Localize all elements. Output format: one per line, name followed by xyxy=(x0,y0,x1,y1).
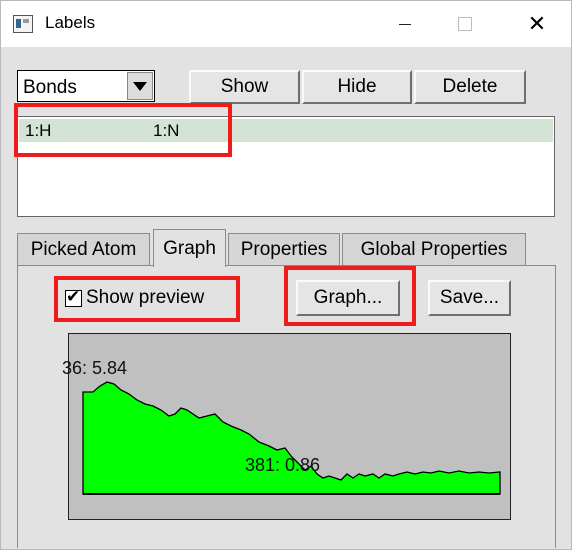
minimize-button[interactable] xyxy=(377,1,433,47)
graph-preview-plot xyxy=(82,381,501,495)
hide-button[interactable]: Hide xyxy=(302,70,412,104)
save-button[interactable]: Save... xyxy=(428,280,511,316)
title-bar: Labels ✕ xyxy=(1,1,571,47)
label-type-value: Bonds xyxy=(23,77,77,98)
tab-properties[interactable]: Properties xyxy=(228,233,340,265)
graph-preview xyxy=(68,333,511,520)
tab-global-properties[interactable]: Global Properties xyxy=(342,233,526,265)
app-icon xyxy=(13,15,33,33)
graph-min-label: 381: 0.86 xyxy=(245,455,321,475)
label-type-dropdown[interactable]: Bonds xyxy=(17,70,155,102)
minimize-icon xyxy=(399,23,411,25)
window-title: Labels xyxy=(45,13,96,32)
show-button[interactable]: Show xyxy=(189,70,300,104)
highlight-box-show-preview xyxy=(54,276,240,322)
tab-picked-atom[interactable]: Picked Atom xyxy=(17,233,150,265)
maximize-icon xyxy=(458,17,472,31)
dropdown-arrow-button[interactable] xyxy=(127,72,153,100)
tab-graph[interactable]: Graph xyxy=(153,229,226,267)
delete-button[interactable]: Delete xyxy=(414,70,526,104)
chevron-down-icon xyxy=(133,81,147,91)
close-icon: ✕ xyxy=(527,11,547,36)
highlight-box-list-row xyxy=(14,103,232,157)
graph-fill-area xyxy=(82,381,501,495)
highlight-box-graph-button xyxy=(284,266,416,326)
close-button[interactable]: ✕ xyxy=(509,1,565,47)
graph-max-label: 36: 5.84 xyxy=(62,358,128,378)
maximize-button[interactable] xyxy=(437,1,493,47)
